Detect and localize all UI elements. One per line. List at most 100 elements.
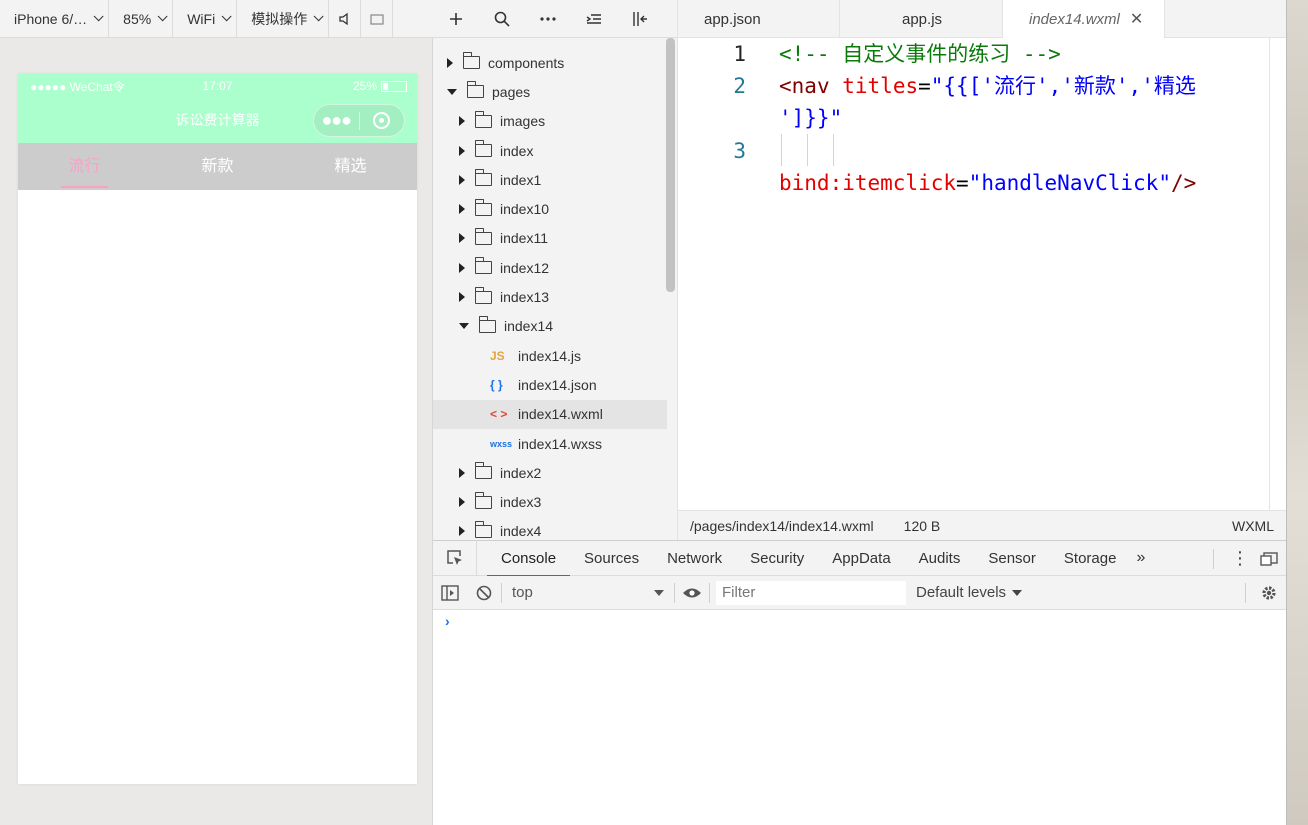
- caret-right-icon[interactable]: [459, 467, 465, 478]
- tree-file[interactable]: { } index14.json: [433, 370, 667, 399]
- tab-network[interactable]: Network: [653, 541, 736, 576]
- tree-item-label: index2: [500, 464, 542, 481]
- nav-tab-popular[interactable]: 流行: [18, 143, 151, 190]
- tab-storage[interactable]: Storage: [1050, 541, 1131, 576]
- detach-window-button[interactable]: [361, 0, 394, 37]
- network-select[interactable]: WiFi: [173, 0, 238, 37]
- caret-right-icon[interactable]: [459, 233, 465, 244]
- file-tree: components pages images index index1 index10 i…: [433, 48, 667, 540]
- code-token: />: [1170, 171, 1197, 195]
- inspect-icon: [446, 550, 462, 565]
- tab-console[interactable]: Console: [487, 541, 571, 577]
- caret-down-icon[interactable]: [459, 323, 469, 330]
- folder-icon: [474, 462, 492, 480]
- tree-folder[interactable]: index13: [433, 282, 667, 311]
- caret-right-icon[interactable]: [459, 292, 465, 303]
- explorer-toolbar: [433, 0, 677, 38]
- settings-button[interactable]: [1252, 576, 1286, 610]
- mini-program-capsule: ●●●: [313, 104, 405, 137]
- chevron-down-icon: [93, 11, 104, 22]
- caret-right-icon[interactable]: [459, 174, 465, 185]
- tree-item-label: index14.js: [518, 347, 582, 364]
- close-tab-icon[interactable]: ✕: [1130, 9, 1143, 29]
- divider: [709, 582, 710, 603]
- more-button[interactable]: [525, 0, 571, 38]
- caret-right-icon[interactable]: [459, 526, 465, 537]
- dropdown-arrow-icon: [654, 589, 664, 596]
- tree-folder[interactable]: index14: [433, 312, 667, 341]
- tree-folder[interactable]: index1: [433, 165, 667, 194]
- more-tabs-button[interactable]: »: [1130, 549, 1151, 567]
- wxss-file-icon: wxss: [490, 438, 513, 449]
- more-dots-icon[interactable]: ●●●: [314, 104, 359, 137]
- tree-folder[interactable]: index11: [433, 224, 667, 253]
- folder-icon: [474, 169, 492, 187]
- caret-right-icon[interactable]: [459, 204, 465, 215]
- caret-right-icon[interactable]: [459, 145, 465, 156]
- tree-file[interactable]: < > index14.wxml: [433, 399, 667, 429]
- nav-tab-new[interactable]: 新款: [151, 143, 284, 190]
- tree-folder[interactable]: index4: [433, 517, 667, 540]
- editor-tab-app-js[interactable]: app.js: [840, 0, 1003, 38]
- tree-folder[interactable]: index10: [433, 194, 667, 223]
- caret-right-icon[interactable]: [459, 262, 465, 273]
- volume-button[interactable]: [329, 0, 362, 37]
- tab-security[interactable]: Security: [736, 541, 818, 576]
- inspect-button[interactable]: [433, 540, 477, 576]
- tree-folder[interactable]: index12: [433, 253, 667, 282]
- indent-guide: [807, 134, 808, 166]
- language-mode[interactable]: WXML: [1232, 518, 1274, 534]
- explorer-scrollbar[interactable]: [666, 38, 675, 292]
- code-token: <: [779, 74, 792, 98]
- caret-right-icon[interactable]: [447, 57, 453, 68]
- log-levels-select[interactable]: Default levels: [916, 584, 1023, 601]
- caret-down-icon[interactable]: [447, 88, 457, 95]
- phone-status-bar: ●●●●● WeChat令 17:07 25%: [18, 74, 417, 98]
- editor-tab-index14-wxml[interactable]: index14.wxml ✕: [1003, 0, 1165, 38]
- tree-folder[interactable]: pages: [433, 77, 667, 106]
- collapse-all-button[interactable]: [571, 0, 617, 38]
- zoom-select[interactable]: 85%: [109, 0, 174, 37]
- tree-item-label: index10: [500, 201, 550, 218]
- live-expression-button[interactable]: [675, 576, 709, 610]
- editor-tab-label: app.js: [902, 10, 943, 28]
- nav-tab-featured[interactable]: 精选: [284, 143, 417, 190]
- close-program-button[interactable]: [359, 112, 404, 129]
- device-select[interactable]: iPhone 6/…: [0, 0, 110, 37]
- tree-folder[interactable]: index: [433, 136, 667, 165]
- context-select[interactable]: top: [502, 584, 674, 601]
- tree-file[interactable]: wxss index14.wxss: [433, 429, 667, 458]
- caret-right-icon[interactable]: [459, 116, 465, 127]
- tree-folder[interactable]: index3: [433, 487, 667, 516]
- line-number: 2: [733, 74, 746, 98]
- tree-folder[interactable]: images: [433, 107, 667, 136]
- new-file-button[interactable]: [433, 0, 479, 38]
- tree-item-label: components: [488, 54, 565, 71]
- show-sidebar-button[interactable]: [433, 576, 467, 610]
- clear-console-button[interactable]: [467, 576, 501, 610]
- kebab-menu-icon[interactable]: ⋮: [1228, 541, 1252, 576]
- speaker-icon: [339, 12, 348, 25]
- custom-nav-tabs: 流行 新款 精选: [18, 143, 417, 190]
- wxml-file-icon: < >: [490, 407, 508, 422]
- tab-appdata[interactable]: AppData: [818, 541, 904, 576]
- search-button[interactable]: [479, 0, 525, 38]
- file-path: /pages/index14/index14.wxml: [690, 517, 874, 534]
- caret-right-icon[interactable]: [459, 497, 465, 508]
- battery-indicator: 25%: [353, 79, 407, 93]
- filter-input[interactable]: [716, 580, 906, 605]
- folder-icon: [462, 52, 480, 70]
- tab-sources[interactable]: Sources: [570, 541, 653, 576]
- dock-button[interactable]: [1252, 551, 1286, 566]
- console-prompt[interactable]: ›: [445, 613, 450, 629]
- folder-icon: [474, 140, 492, 158]
- tree-folder[interactable]: index2: [433, 458, 667, 487]
- tree-file[interactable]: JS index14.js: [433, 341, 667, 370]
- editor-tab-app-json[interactable]: app.json: [678, 0, 840, 38]
- split-view-button[interactable]: [617, 0, 663, 38]
- tree-folder[interactable]: components: [433, 48, 667, 77]
- tab-sensor[interactable]: Sensor: [974, 541, 1050, 576]
- tab-audits[interactable]: Audits: [905, 541, 975, 576]
- tree-item-label: index14.wxss: [518, 435, 603, 452]
- operation-select[interactable]: 模拟操作: [237, 0, 330, 37]
